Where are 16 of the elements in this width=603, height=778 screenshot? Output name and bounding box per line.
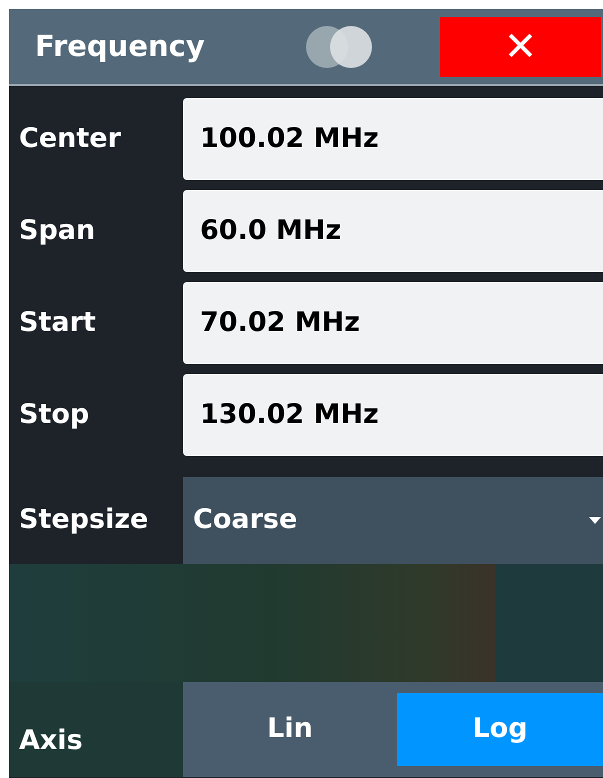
axis-option[interactable]: Lin [183, 693, 397, 766]
value-field[interactable]: 60.0 MHz [183, 190, 603, 272]
value-field[interactable]: 70.02 MHz [183, 282, 603, 364]
close-button[interactable]: ✕ [440, 16, 601, 76]
field-label: Center [18, 122, 122, 156]
caret-icon [589, 516, 601, 524]
stepsize-dropdown[interactable]: Coarse [183, 477, 603, 564]
field-label: Stepsize [18, 503, 150, 538]
field-label: Stop [18, 398, 90, 432]
field-label: Start [18, 306, 97, 340]
toggle-icon[interactable] [305, 24, 373, 68]
value-field[interactable]: 100.02 MHz [183, 98, 603, 180]
value-field[interactable]: 130.02 MHz [183, 374, 603, 456]
field-label: Axis [18, 724, 84, 758]
panel-title: Frequency [35, 28, 206, 65]
field-label: Span [18, 214, 96, 248]
